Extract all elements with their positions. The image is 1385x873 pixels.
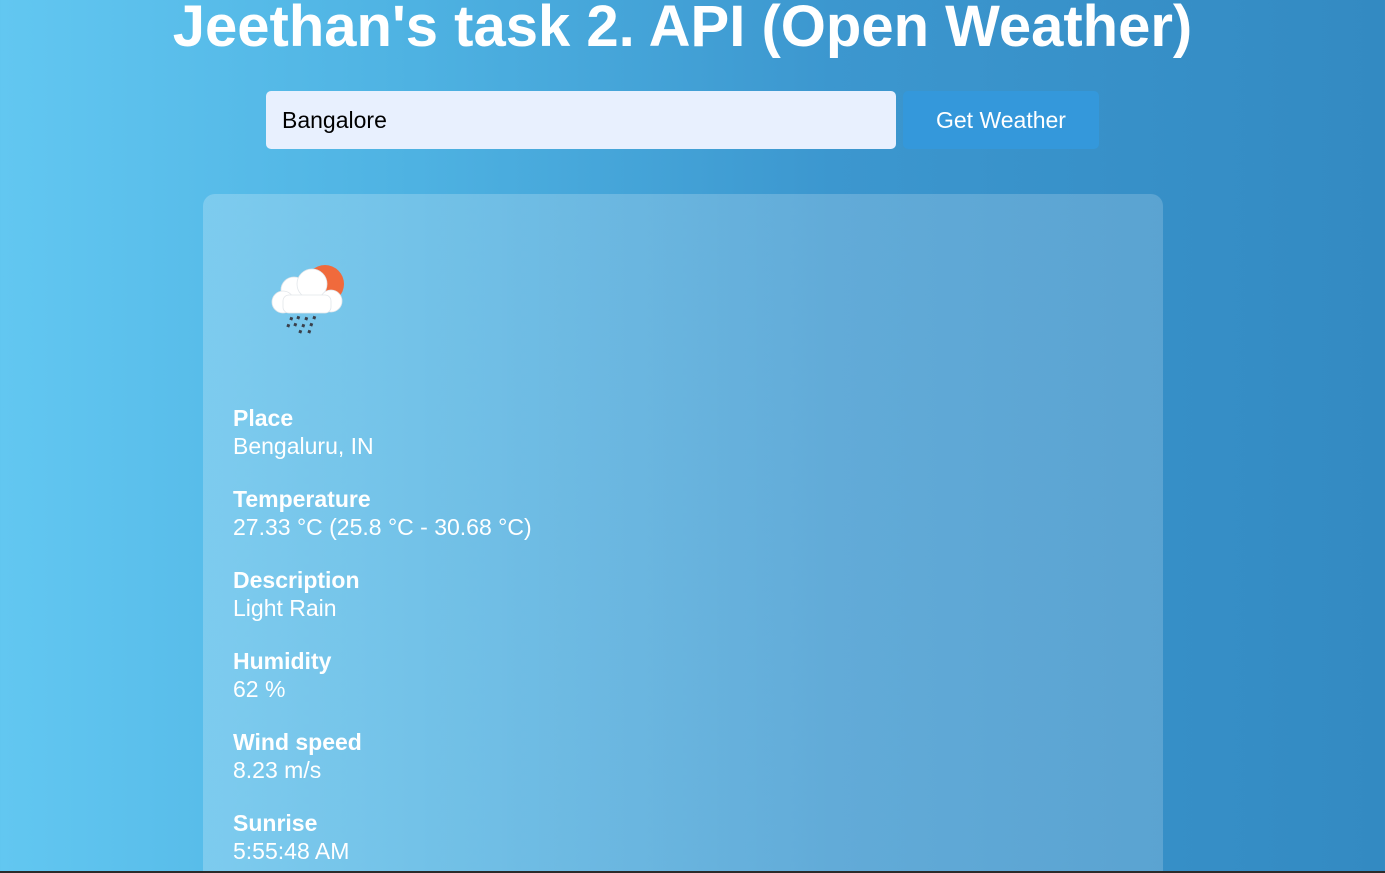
detail-label: Sunrise: [233, 810, 318, 836]
cloud-sun-rain-icon: [263, 250, 359, 346]
detail-description: Description Light Rain: [233, 566, 532, 622]
weather-details: Place Bengaluru, IN Temperature 27.33 °C…: [233, 404, 532, 873]
page-title: Jeethan's task 2. API (Open Weather): [172, 0, 1193, 59]
detail-temperature: Temperature 27.33 °C (25.8 °C - 30.68 °C…: [233, 485, 532, 541]
detail-label: Temperature: [233, 486, 371, 512]
detail-label: Place: [233, 405, 294, 431]
detail-value: 5:55:48 AM: [233, 838, 350, 864]
weather-card: Place Bengaluru, IN Temperature 27.33 °C…: [203, 194, 1163, 873]
detail-sunrise: Sunrise 5:55:48 AM: [233, 809, 532, 865]
detail-value: 62 %: [233, 676, 286, 702]
get-weather-button[interactable]: Get Weather: [903, 91, 1099, 149]
city-search-input[interactable]: [266, 91, 896, 149]
detail-wind-speed: Wind speed 8.23 m/s: [233, 728, 532, 784]
detail-value: 8.23 m/s: [233, 757, 322, 783]
detail-label: Wind speed: [233, 729, 362, 755]
detail-humidity: Humidity 62 %: [233, 647, 532, 703]
search-bar: Get Weather: [266, 91, 1099, 149]
detail-value: Light Rain: [233, 595, 337, 621]
detail-value: Bengaluru, IN: [233, 433, 374, 459]
detail-value: 27.33 °C (25.8 °C - 30.68 °C): [233, 514, 532, 540]
detail-place: Place Bengaluru, IN: [233, 404, 532, 460]
detail-label: Description: [233, 567, 360, 593]
detail-label: Humidity: [233, 648, 332, 674]
